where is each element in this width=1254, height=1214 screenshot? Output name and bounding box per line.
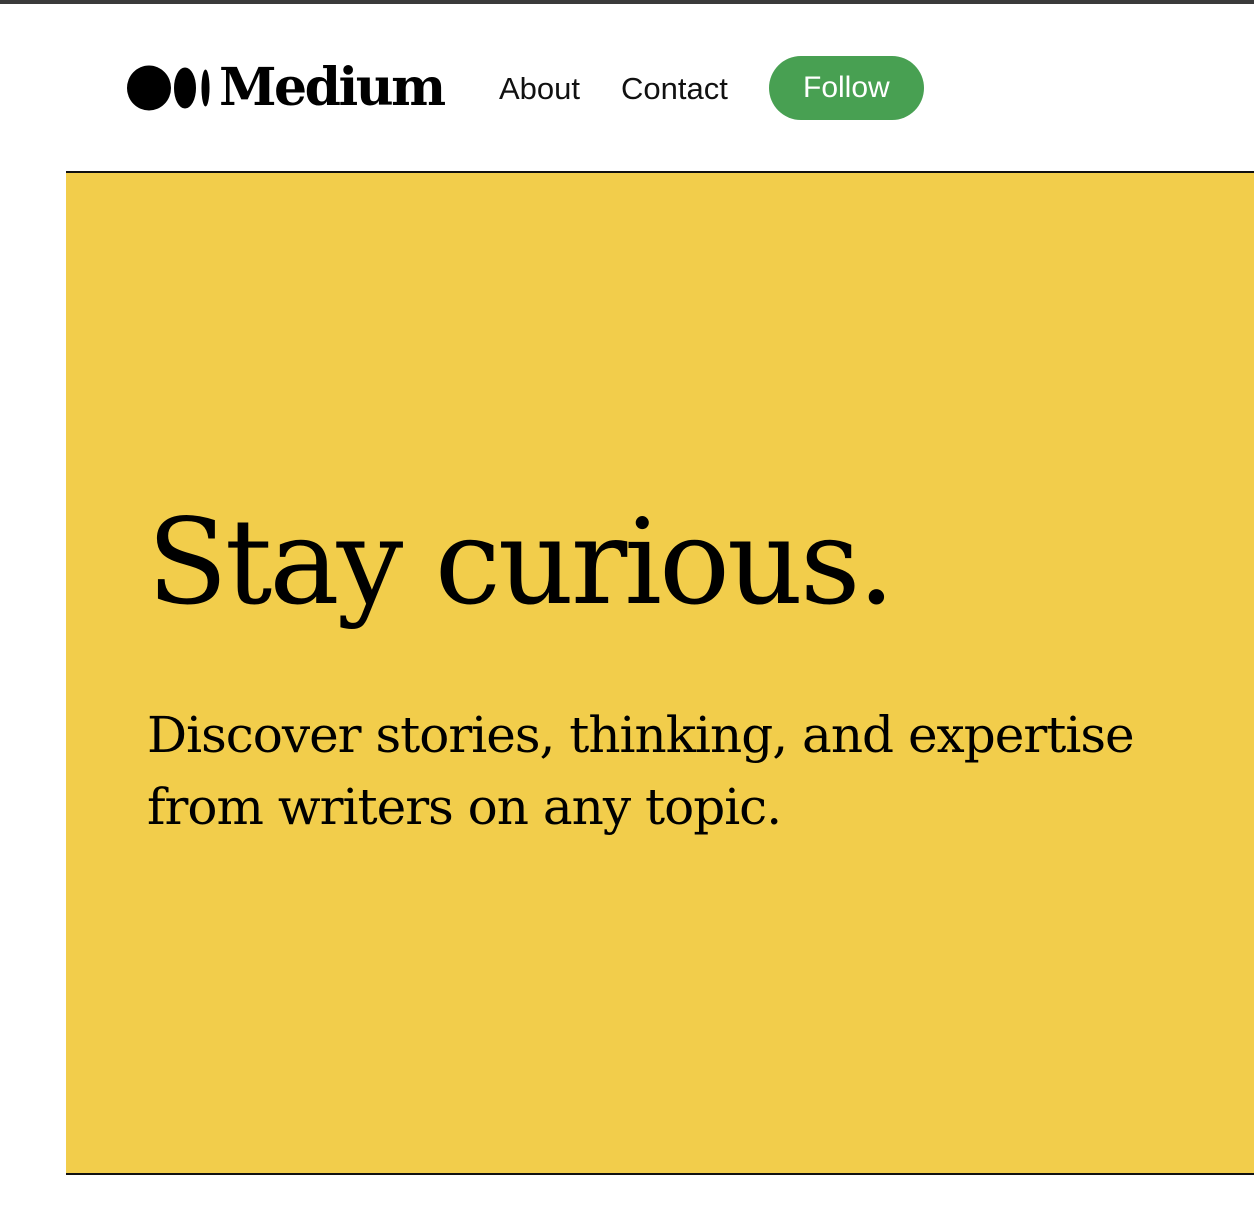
site-header: Medium About Contact Follow (0, 4, 1254, 171)
brand-name: Medium (219, 57, 446, 118)
hero-subtitle: Discover stories, thinking, and expertis… (147, 706, 1135, 836)
nav-about-link[interactable]: About (499, 73, 580, 104)
follow-button[interactable]: Follow (768, 56, 924, 120)
hero-banner: Stay curious. Discover stories, thinking… (66, 171, 1254, 1175)
medium-logo[interactable]: Medium (127, 56, 446, 120)
main-nav: About Contact Follow (499, 56, 924, 120)
medium-logo-icon (127, 65, 210, 111)
nav-contact-link[interactable]: Contact (621, 73, 728, 104)
hero-title: Stay curious. (147, 493, 895, 631)
